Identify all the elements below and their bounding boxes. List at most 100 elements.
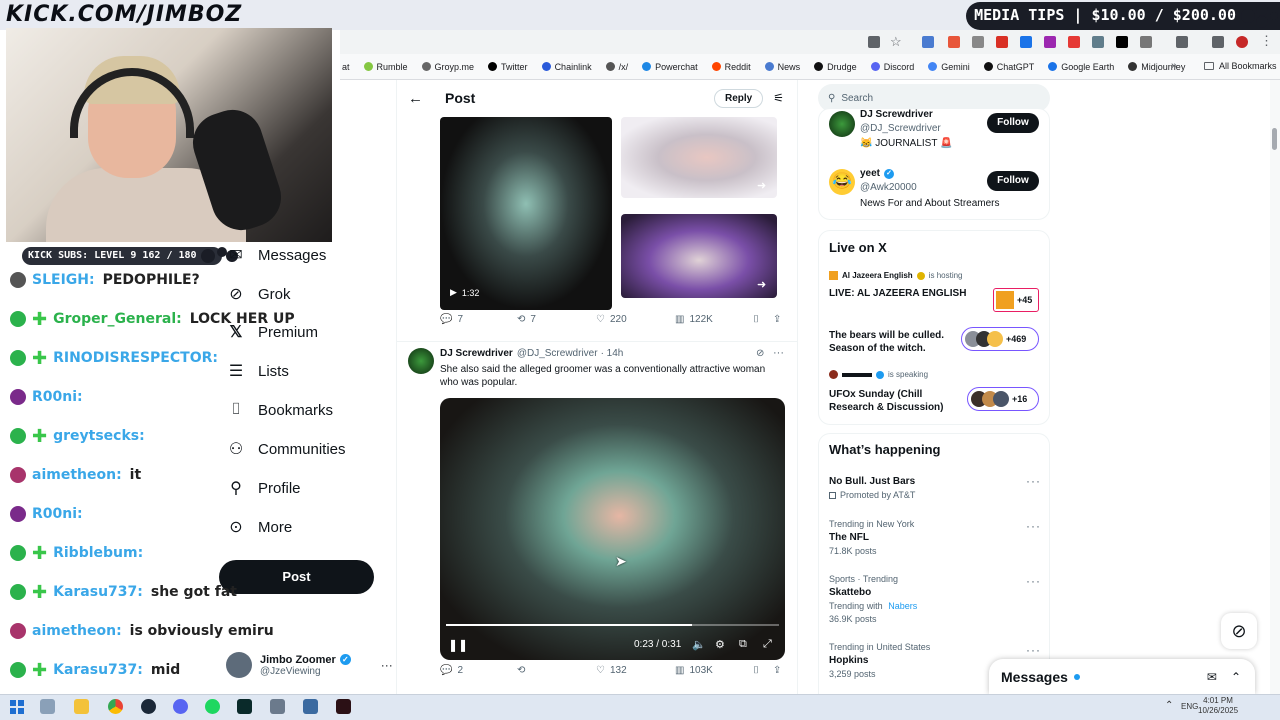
kebab-icon[interactable]: ⋮ <box>1260 33 1273 49</box>
image-thumbnail[interactable]: ➜ <box>621 214 777 298</box>
all-bookmarks[interactable]: All Bookmarks <box>1204 61 1277 71</box>
steam-icon[interactable] <box>141 699 156 714</box>
more-icon[interactable]: ··· <box>1026 519 1041 533</box>
live-title[interactable]: UFOx Sunday (Chill Research & Discussion… <box>829 388 959 414</box>
like-action[interactable]: ♡ 220 <box>596 314 627 325</box>
windows-start-icon[interactable] <box>10 700 24 714</box>
listener-count[interactable]: +45 <box>993 288 1039 312</box>
puzzle-icon[interactable] <box>1140 36 1152 48</box>
back-arrow-icon[interactable]: ← <box>408 90 423 107</box>
settings-sliders-icon[interactable]: ⚟ <box>773 91 784 105</box>
profile-avatar-icon[interactable] <box>1236 36 1248 48</box>
bookmark-item[interactable]: Powerchat <box>642 62 698 72</box>
nav-communities[interactable]: ⚇ Communities <box>226 437 346 461</box>
bookmark-item[interactable]: News <box>764 62 800 72</box>
more-icon[interactable]: ··· <box>1026 643 1041 657</box>
extension-icon[interactable] <box>948 36 960 48</box>
extension-icon[interactable] <box>1092 36 1104 48</box>
trend-item[interactable]: Trending in New York The NFL 71.8K posts <box>829 519 914 556</box>
grok-icon[interactable]: ⊘ <box>756 348 764 359</box>
language-indicator[interactable]: ENG <box>1181 702 1198 711</box>
app-icon[interactable] <box>336 699 351 714</box>
listener-count[interactable]: +16 <box>967 387 1039 411</box>
nav-grok[interactable]: ⊘ Grok <box>226 282 290 306</box>
share-icon[interactable]: ⇪ <box>773 314 781 325</box>
nav-messages[interactable]: ✉ Messages <box>226 243 326 267</box>
bookmark-item[interactable]: Twitter <box>488 62 528 72</box>
bookmark-icon[interactable]: ⌷ <box>753 314 759 325</box>
bookmark-icon[interactable]: ⌷ <box>753 665 759 676</box>
trend-item[interactable]: Trending in United States Hopkins 3,259 … <box>829 642 930 679</box>
avatar[interactable] <box>829 111 855 137</box>
nav-lists[interactable]: ☰ Lists <box>226 359 289 383</box>
trend-item[interactable]: Sports · Trending Skattebo Trending with… <box>829 574 917 624</box>
picture-in-picture-icon[interactable]: ⧉ <box>739 638 747 651</box>
volume-icon[interactable]: 🔈 <box>692 638 706 651</box>
star-icon[interactable]: ☆ <box>890 34 902 50</box>
pause-icon[interactable]: ❚❚ <box>448 638 468 652</box>
messages-drawer[interactable]: Messages ✉ ⌃ <box>989 659 1255 694</box>
reply-action[interactable]: 💬 2 <box>440 665 463 676</box>
reply-button[interactable]: Reply <box>714 88 764 108</box>
gear-icon[interactable]: ⚙ <box>715 638 725 651</box>
bookmark-item[interactable]: Drudge <box>814 62 857 72</box>
views-action[interactable]: ▥ 103K <box>675 665 713 676</box>
bookmark-item[interactable]: Groyp.me <box>421 62 474 72</box>
follow-button[interactable]: Follow <box>987 113 1039 133</box>
app-icon[interactable] <box>303 699 318 714</box>
menu-icon[interactable] <box>1212 36 1224 48</box>
nav-bookmarks[interactable]: ⌷ Bookmarks <box>226 398 333 422</box>
file-explorer-icon[interactable] <box>74 699 89 714</box>
scrollbar[interactable] <box>1270 80 1280 694</box>
author-name[interactable]: DJ Screwdriver <box>440 348 513 359</box>
clock[interactable]: 4:01 PM 10/26/2025 <box>1198 696 1238 716</box>
bookmark-item[interactable]: at <box>342 62 350 72</box>
share-icon[interactable]: ⇪ <box>773 665 781 676</box>
more-icon[interactable]: ··· <box>1026 474 1041 488</box>
task-view-icon[interactable] <box>40 699 55 714</box>
spotify-icon[interactable] <box>205 699 220 714</box>
follow-name[interactable]: DJ Screwdriver <box>860 109 933 120</box>
extension-icon[interactable] <box>972 36 984 48</box>
follow-name-row[interactable]: yeet ✓ <box>860 168 895 179</box>
avatar[interactable]: 😂 <box>829 169 855 195</box>
views-action[interactable]: ▥ 122K <box>675 314 713 325</box>
bookmark-item[interactable]: Discord <box>870 62 914 72</box>
like-action[interactable]: ♡ 132 <box>596 665 627 676</box>
discord-icon[interactable] <box>173 699 188 714</box>
bookmark-item[interactable]: Reddit <box>711 62 751 72</box>
more-icon[interactable]: ··· <box>1026 574 1041 588</box>
extension-icon[interactable] <box>1044 36 1056 48</box>
follow-button[interactable]: Follow <box>987 171 1039 191</box>
video-player[interactable]: ❚❚ 0:23 / 0:31 🔈 ⚙ ⧉ ⤢ <box>440 398 785 660</box>
extension-icon[interactable] <box>1068 36 1080 48</box>
image-thumbnail[interactable]: ➜ <box>621 117 777 198</box>
terminal-icon[interactable] <box>237 699 252 714</box>
app-icon[interactable] <box>270 699 285 714</box>
avatar[interactable] <box>408 348 434 374</box>
progress-track[interactable] <box>446 624 779 626</box>
retweet-icon[interactable]: ⟲ <box>517 665 525 676</box>
fullscreen-icon[interactable]: ⤢ <box>763 638 772 651</box>
bookmark-item[interactable]: ChatGPT <box>983 62 1034 72</box>
author-handle[interactable]: @DJ_Screwdriver <box>517 348 598 359</box>
chrome-icon[interactable] <box>108 699 123 714</box>
grok-button[interactable]: ⊘ <box>1221 613 1257 649</box>
bookmark-item[interactable]: Chainlink <box>541 62 592 72</box>
trend-item[interactable]: No Bull. Just Bars Promoted by AT&T <box>829 476 915 500</box>
video-thumbnail[interactable]: ▶ 1:32 <box>440 117 612 310</box>
live-title[interactable]: The bears will be culled. Season of the … <box>829 329 959 355</box>
nav-more[interactable]: ⊙ More <box>226 515 292 539</box>
scrollbar-thumb[interactable] <box>1272 128 1277 150</box>
more-icon[interactable]: ··· <box>381 658 393 672</box>
x-extension-icon[interactable] <box>1116 36 1128 48</box>
more-icon[interactable]: ··· <box>773 347 784 359</box>
extension-icon[interactable] <box>922 36 934 48</box>
post-button[interactable]: Post <box>219 560 374 594</box>
sidepanel-icon[interactable] <box>1176 36 1188 48</box>
trend-link[interactable]: Nabers <box>888 601 917 611</box>
listener-count[interactable]: +469 <box>961 327 1039 351</box>
extension-icon[interactable] <box>868 36 880 48</box>
chevron-up-icon[interactable]: ⌃ <box>1165 700 1173 711</box>
live-title[interactable]: LIVE: AL JAZEERA ENGLISH <box>829 288 966 299</box>
